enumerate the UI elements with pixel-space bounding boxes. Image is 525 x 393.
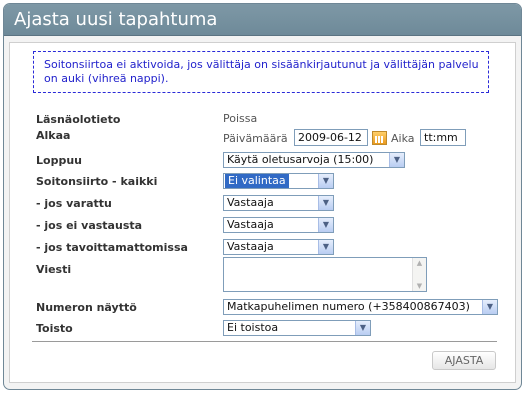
forwarding-notice: Soitonsiirtoa ei aktivoida, jos välittäj… xyxy=(33,51,489,93)
if-busy-select[interactable]: Vastaaja ▼ xyxy=(223,195,334,211)
forward-all-label: Soitonsiirto - kaikki xyxy=(36,175,158,188)
if-busy-label: - jos varattu xyxy=(36,197,112,210)
if-busy-select-value: Vastaaja xyxy=(227,196,274,209)
message-label: Viesti xyxy=(36,263,72,276)
number-display-select-value: Matkapuhelimen numero (+358400867403) xyxy=(227,300,470,313)
if-no-answer-select-value: Vastaaja xyxy=(227,218,274,231)
start-label: Alkaa xyxy=(36,129,71,142)
start-time-field[interactable]: tt:mm xyxy=(420,129,466,146)
end-label: Loppuu xyxy=(36,154,82,167)
chevron-down-icon: ▼ xyxy=(389,153,404,167)
number-display-label: Numeron näyttö xyxy=(36,301,137,314)
number-display-select[interactable]: Matkapuhelimen numero (+358400867403) ▼ xyxy=(223,299,498,315)
repeat-label: Toisto xyxy=(36,322,73,335)
if-unreachable-select[interactable]: Vastaaja ▼ xyxy=(223,239,334,255)
repeat-select[interactable]: Ei toistoa ▼ xyxy=(223,320,371,336)
message-scrollbar[interactable]: ▲ ▼ xyxy=(412,258,426,291)
if-unreachable-label: - jos tavoittamattomissa xyxy=(36,241,188,254)
dialog-title: Ajasta uusi tapahtuma xyxy=(4,4,521,36)
if-no-answer-select[interactable]: Vastaaja ▼ xyxy=(223,217,334,233)
chevron-down-icon: ▼ xyxy=(318,174,333,188)
end-select-value: Käytä oletusarvoja (15:00) xyxy=(227,153,374,166)
forward-all-select-value: Ei valintaa xyxy=(225,174,289,188)
end-select[interactable]: Käytä oletusarvoja (15:00) ▼ xyxy=(223,152,405,168)
chevron-down-icon: ▼ xyxy=(355,321,370,335)
dialog-body: Soitonsiirtoa ei aktivoida, jos välittäj… xyxy=(9,42,516,383)
scroll-up-icon[interactable]: ▲ xyxy=(413,259,426,267)
chevron-down-icon: ▼ xyxy=(482,300,497,314)
if-no-answer-label: - jos ei vastausta xyxy=(36,219,143,232)
forward-all-select[interactable]: Ei valintaa ▼ xyxy=(223,173,334,189)
chevron-down-icon: ▼ xyxy=(318,240,333,254)
chevron-down-icon: ▼ xyxy=(318,196,333,210)
schedule-dialog: Ajasta uusi tapahtuma Soitonsiirtoa ei a… xyxy=(3,3,522,390)
calendar-icon[interactable] xyxy=(372,131,387,145)
form-divider xyxy=(32,341,497,342)
time-label: Aika xyxy=(391,132,415,145)
schedule-button[interactable]: AJASTA xyxy=(432,351,496,370)
presence-label: Läsnäolotieto xyxy=(36,113,121,126)
presence-value: Poissa xyxy=(223,112,258,125)
message-textarea[interactable]: ▲ ▼ xyxy=(223,257,427,292)
start-date-field[interactable]: 2009-06-12 xyxy=(294,129,368,146)
if-unreachable-select-value: Vastaaja xyxy=(227,240,274,253)
chevron-down-icon: ▼ xyxy=(318,218,333,232)
scroll-down-icon[interactable]: ▼ xyxy=(413,282,426,290)
repeat-select-value: Ei toistoa xyxy=(227,321,279,334)
date-label: Päivämäärä xyxy=(223,132,288,145)
